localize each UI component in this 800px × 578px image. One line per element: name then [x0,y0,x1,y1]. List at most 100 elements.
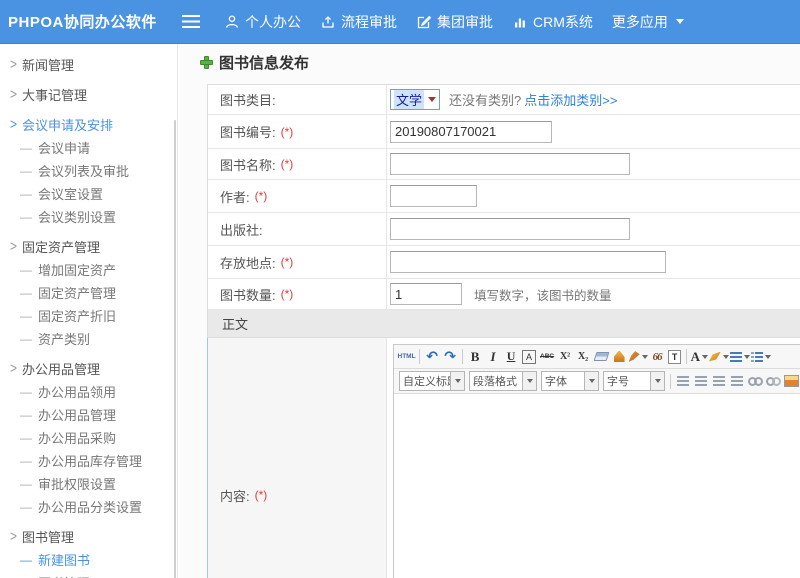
toolbar-select-1[interactable]: 段落格式 [469,371,537,391]
sidebar-item-sub[interactable]: —会议列表及审批 [0,159,177,182]
form-row-quantity: 图书数量: (*) 填写数字，该图书的数量 [207,279,800,310]
align-right-icon[interactable] [711,372,728,390]
sidebar-item-sub[interactable]: —会议室设置 [0,182,177,205]
editor-toolbar-row1: HTML↶↷BIUAABCX²X₂66TA [394,345,800,369]
highlight-pen-icon[interactable] [709,348,729,366]
sidebar-item-sub[interactable]: —办公用品库存管理 [0,449,177,472]
italic-icon[interactable]: I [485,348,502,366]
strikethrough-icon[interactable]: ABC [539,348,556,366]
hamburger-menu-icon[interactable] [182,15,200,28]
caret-down-icon [676,19,684,24]
toolbar-select-3[interactable]: 字号 [603,371,665,391]
sidebar-menu: >新闻管理>大事记管理>会议申请及安排—会议申请—会议列表及审批—会议室设置—会… [0,52,177,578]
sidebar-item-sub[interactable]: —会议类别设置 [0,205,177,228]
category-label: 图书类目: [220,90,276,109]
subscript-icon[interactable]: X₂ [575,348,592,366]
sidebar-item-sub[interactable]: —增加固定资产 [0,258,177,281]
sidebar-item-section[interactable]: >固定资产管理 [0,234,177,258]
topnav-item[interactable]: 更多应用 [612,12,684,32]
toolbar-select-0[interactable]: 自定义标题 [399,371,465,391]
sidebar-item-section[interactable]: >办公用品管理 [0,356,177,380]
sidebar-item-sub[interactable]: —办公用品分类设置 [0,495,177,518]
topnav-item[interactable]: 个人办公 [224,12,301,32]
format-brush-icon[interactable] [611,348,628,366]
sidebar-item-sub[interactable]: —审批权限设置 [0,472,177,495]
toolbar-separator [419,349,420,364]
sidebar-item-sub[interactable]: —资产类别 [0,327,177,350]
undo-icon[interactable]: ↶ [424,348,441,366]
sidebar-item-label: 图书管理 [22,527,74,546]
book-name-input[interactable] [390,153,630,175]
publisher-input[interactable] [390,218,630,240]
sidebar-item-label: 大事记管理 [22,85,87,104]
underline-icon[interactable]: U [503,348,520,366]
form-row-publisher: 出版社: [207,213,800,246]
caret-down-icon [723,355,729,359]
sidebar-item-sub[interactable]: —办公用品领用 [0,380,177,403]
unordered-list-icon[interactable] [751,348,771,366]
dash-icon: — [20,408,32,422]
toolbar-select-2[interactable]: 字体 [541,371,599,391]
sidebar-item-sub[interactable]: —办公用品管理 [0,403,177,426]
redo-icon[interactable]: ↷ [442,348,459,366]
sidebar-item-sub[interactable]: —办公用品采购 [0,426,177,449]
dash-icon: — [20,263,32,277]
dash-icon: — [20,187,32,201]
sidebar-item-section[interactable]: >图书管理 [0,524,177,548]
quantity-label: 图书数量: [220,285,276,304]
form-row-content: 内容: (*) HTML↶↷BIUAABCX²X₂66TA 自定义标题段落格式字… [207,338,800,578]
sidebar-item-section[interactable]: >新闻管理 [0,52,177,76]
image-icon[interactable] [783,372,800,390]
blockquote-icon[interactable]: 66 [649,348,666,366]
sidebar-item-sub[interactable]: —固定资产折旧 [0,304,177,327]
toolbar-separator [686,349,687,364]
align-left-icon[interactable] [675,372,692,390]
link-icon[interactable] [747,372,764,390]
sidebar-item-sub[interactable]: —固定资产管理 [0,281,177,304]
color-pen-icon[interactable] [629,348,648,366]
form-row-book-name: 图书名称: (*) [207,149,800,180]
topnav-item[interactable]: 集团审批 [416,12,493,32]
superscript-icon[interactable]: X² [557,348,574,366]
sidebar-item-label: 办公用品领用 [38,382,116,401]
topnav-item-label: 个人办公 [245,12,301,32]
add-category-link[interactable]: 点击添加类别>> [524,90,617,109]
topnav-item[interactable]: CRM系统 [512,12,593,32]
required-mark: (*) [281,125,294,139]
sidebar-item-sub[interactable]: —会议申请 [0,136,177,159]
sidebar-item-label: 会议申请 [38,138,90,157]
form-row-location: 存放地点: (*) [207,246,800,279]
toolbar-separator [670,374,671,389]
sidebar-item-section[interactable]: >会议申请及安排 [0,112,177,136]
quantity-input[interactable] [390,283,462,305]
paste-text-icon[interactable]: T [668,350,681,364]
book-form-table: 图书类目: 文学 还没有类别? 点击添加类别>> 图书编号: (*) [207,84,800,578]
sidebar-item-label: 资产类别 [38,329,90,348]
location-input[interactable] [390,251,666,273]
sidebar-item-sub[interactable]: —新建图书 [0,548,177,571]
book-number-input[interactable] [390,121,552,143]
unlink-icon[interactable] [765,372,782,390]
sidebar-item-sub[interactable]: —图书管理 [0,571,177,578]
sidebar-item-label: 办公用品分类设置 [38,497,142,516]
font-color-icon[interactable]: A [691,348,708,366]
bold-icon[interactable]: B [467,348,484,366]
main-content: 图书信息发布 图书类目: 文学 还没有类别? 点击添加类别>> 图书编号: (*… [179,44,800,578]
eraser-icon[interactable] [593,348,610,366]
char-border-icon[interactable]: A [522,350,536,364]
required-mark: (*) [281,157,294,171]
align-center-icon[interactable] [693,372,710,390]
publisher-label: 出版社: [220,220,263,239]
sidebar-item-section[interactable]: >大事记管理 [0,82,177,106]
ordered-list-icon[interactable] [730,348,750,366]
content-label: 内容: [220,486,250,505]
category-select[interactable]: 文学 [390,89,440,110]
sidebar-item-label: 图书管理 [38,573,90,578]
topnav-item[interactable]: 流程审批 [320,12,397,32]
sidebar-scrollbar[interactable] [174,120,176,578]
author-input[interactable] [390,185,477,207]
editor-content-area[interactable] [394,394,800,578]
top-navigation-bar: PHPOA协同办公软件 个人办公流程审批集团审批CRM系统更多应用 [0,0,800,44]
align-justify-icon[interactable] [729,372,746,390]
html-source-icon[interactable]: HTML [398,348,416,366]
